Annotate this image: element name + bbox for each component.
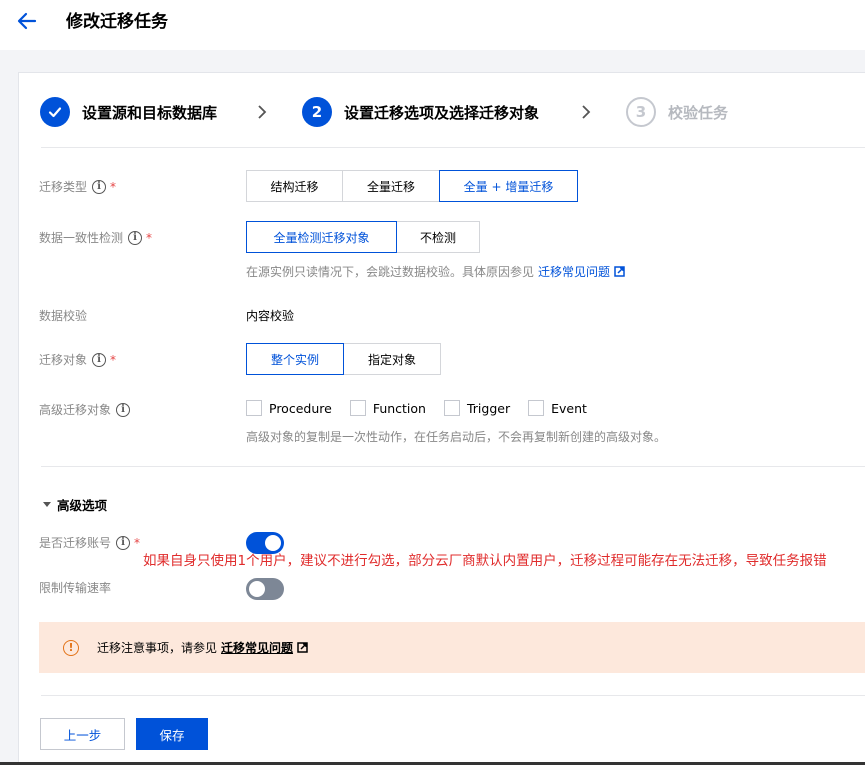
option-full-migration[interactable]: 全量迁移 xyxy=(342,170,440,202)
info-icon[interactable]: i xyxy=(116,402,131,417)
consistency-check-label: 数据一致性检测 i * xyxy=(39,230,153,245)
step-1-label: 设置源和目标数据库 xyxy=(82,103,218,122)
checkbox-function[interactable]: Function xyxy=(349,400,426,416)
divider xyxy=(41,695,865,696)
step-2: 2 设置迁移选项及选择迁移对象 xyxy=(302,97,539,127)
notice-text: 迁移注意事项，请参见 迁移常见问题 xyxy=(97,639,308,656)
chevron-right-icon xyxy=(258,105,267,119)
step-2-number: 2 xyxy=(302,97,332,127)
step-3-number: 3 xyxy=(626,97,656,127)
advanced-objects-checkboxes: Procedure Function Trigger Event xyxy=(246,400,605,416)
migration-type-label: 迁移类型 i * xyxy=(39,179,117,194)
checkbox-procedure[interactable]: Procedure xyxy=(246,400,332,416)
info-icon[interactable]: i xyxy=(128,230,143,245)
migration-type-segment: 结构迁移 全量迁移 全量 + 增量迁移 xyxy=(246,170,578,202)
migration-object-label: 迁移对象 i * xyxy=(39,352,117,367)
faq-link[interactable]: 迁移常见问题 xyxy=(221,641,293,655)
checkbox-event[interactable]: Event xyxy=(528,400,587,416)
back-arrow-icon[interactable] xyxy=(16,10,38,32)
warning-icon: ! xyxy=(63,639,79,656)
data-verify-label: 数据校验 xyxy=(39,309,88,323)
save-button[interactable]: 保存 xyxy=(136,718,208,750)
external-link-icon[interactable] xyxy=(614,266,625,277)
advanced-options-toggle[interactable]: 高级选项 xyxy=(43,495,107,514)
checkbox-trigger[interactable]: Trigger xyxy=(443,400,510,416)
annotation-text: 如果自身只使用1个用户，建议不进行勾选，部分云厂商默认内置用户，迁移过程可能存在… xyxy=(143,553,827,569)
migrate-account-label: 是否迁移账号 i * xyxy=(39,535,141,550)
notice-banner: ! 迁移注意事项，请参见 迁移常见问题 xyxy=(39,622,865,673)
option-specified-objects[interactable]: 指定对象 xyxy=(343,343,441,375)
step-2-label: 设置迁移选项及选择迁移对象 xyxy=(344,103,540,122)
chevron-right-icon xyxy=(582,105,591,119)
limit-speed-switch[interactable] xyxy=(246,578,284,600)
advanced-objects-label: 高级迁移对象 i xyxy=(39,401,131,418)
page-title: 修改迁移任务 xyxy=(66,12,168,32)
limit-speed-label: 限制传输速率 xyxy=(39,581,112,595)
option-full-incremental-migration[interactable]: 全量 + 增量迁移 xyxy=(439,170,578,202)
data-verify-value: 内容校验 xyxy=(246,309,295,323)
divider xyxy=(41,466,865,467)
info-icon[interactable]: i xyxy=(116,535,131,550)
divider xyxy=(41,147,865,148)
caret-down-icon xyxy=(43,502,51,507)
option-structure-migration[interactable]: 结构迁移 xyxy=(246,170,343,202)
prev-step-button[interactable]: 上一步 xyxy=(40,718,125,750)
option-no-check[interactable]: 不检测 xyxy=(396,221,480,253)
info-icon[interactable]: i xyxy=(92,352,107,367)
faq-link[interactable]: 迁移常见问题 xyxy=(538,265,610,279)
page-header: 修改迁移任务 xyxy=(0,0,865,50)
option-full-check[interactable]: 全量检测迁移对象 xyxy=(246,221,397,253)
step-3: 3 校验任务 xyxy=(626,97,728,127)
external-link-icon[interactable] xyxy=(297,642,308,653)
advanced-objects-help: 高级对象的复制是一次性动作，在任务启动后，不会再复制新创建的高级对象。 xyxy=(246,430,667,444)
step-1: 设置源和目标数据库 xyxy=(40,97,217,127)
form-card: 设置源和目标数据库 2 设置迁移选项及选择迁移对象 3 校验任务 迁移类型 i * … xyxy=(18,72,865,765)
consistency-help-text: 在源实例只读情况下，会跳过数据校验。具体原因参见 迁移常见问题 xyxy=(246,263,625,280)
consistency-check-segment: 全量检测迁移对象 不检测 xyxy=(246,221,480,253)
check-icon xyxy=(40,97,70,127)
option-whole-instance[interactable]: 整个实例 xyxy=(246,343,344,375)
step-3-label: 校验任务 xyxy=(668,103,729,122)
info-icon[interactable]: i xyxy=(92,179,107,194)
migration-object-segment: 整个实例 指定对象 xyxy=(246,343,441,375)
